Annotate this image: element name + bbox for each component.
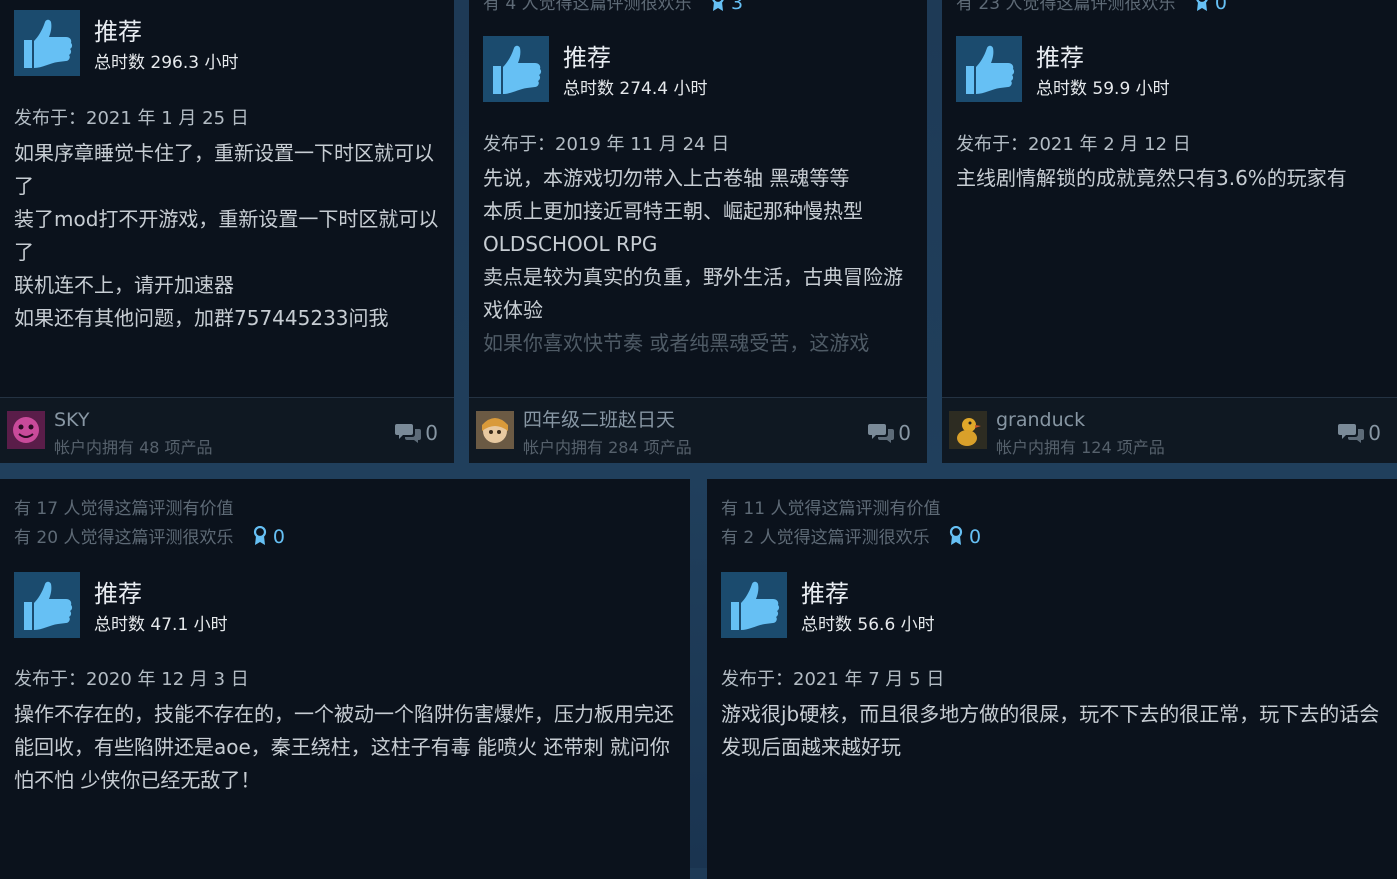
review-line-faded: 如果你喜欢快节奏 或者纯黑魂受苦，这游戏 xyxy=(483,331,870,355)
funny-votes: 有 23 人觉得这篇评测很欢乐 0 xyxy=(956,0,1227,20)
review-author-footer: SKY 帐户内拥有 48 项产品 0 xyxy=(0,397,454,463)
posted-date: 发布于：2019 年 11 月 24 日 xyxy=(483,134,730,155)
avatar[interactable] xyxy=(7,411,45,449)
review-body[interactable]: 如果序章睡觉卡住了，重新设置一下时区就可以了 装了mod打不开游戏，重新设置一下… xyxy=(14,137,442,335)
playtime-hours: 总时数 59.9 小时 xyxy=(1036,79,1170,99)
comment-bubbles-icon xyxy=(868,424,895,443)
award-button[interactable]: 0 xyxy=(1195,0,1227,20)
products-owned: 帐户内拥有 284 项产品 xyxy=(523,438,692,457)
comment-count[interactable]: 0 xyxy=(1338,422,1381,444)
recommended-label: 推荐 xyxy=(801,580,849,608)
thumbs-up-icon xyxy=(14,572,80,638)
posted-date: 发布于：2021 年 1 月 25 日 xyxy=(14,108,249,129)
funny-votes-text: 有 20 人觉得这篇评测很欢乐 xyxy=(14,528,234,548)
posted-date: 发布于：2020 年 12 月 3 日 xyxy=(14,669,249,690)
comment-bubbles-icon xyxy=(1338,424,1365,443)
comment-count-value: 0 xyxy=(898,421,911,445)
review-header[interactable]: 推荐 总时数 274.4 小时 xyxy=(483,36,903,102)
comment-count-value: 0 xyxy=(1368,421,1381,445)
review-line: 本质上更加接近哥特王朝、崛起那种慢热型 xyxy=(483,199,863,223)
recommended-label: 推荐 xyxy=(563,44,611,72)
recommended-label: 推荐 xyxy=(94,18,142,46)
comment-count[interactable]: 0 xyxy=(868,422,911,444)
comment-count[interactable]: 0 xyxy=(395,422,438,444)
funny-votes-text: 有 23 人觉得这篇评测很欢乐 xyxy=(956,0,1176,14)
products-owned: 帐户内拥有 124 项产品 xyxy=(996,438,1165,457)
award-button[interactable]: 0 xyxy=(949,523,981,554)
review-line: 游戏很jb硬核，而且很多地方做的很屎，玩不下去的很正常，玩下去的话会发现后面越来… xyxy=(721,702,1380,759)
comment-bubbles-icon xyxy=(395,424,422,443)
review-line: 先说，本游戏切勿带入上古卷轴 黑魂等等 xyxy=(483,166,850,190)
award-ribbon-icon xyxy=(253,525,267,554)
products-owned: 帐户内拥有 48 项产品 xyxy=(54,438,213,457)
playtime-hours: 总时数 56.6 小时 xyxy=(801,615,935,635)
award-button[interactable]: 3 xyxy=(711,0,743,20)
playtime-hours: 总时数 47.1 小时 xyxy=(94,615,228,635)
review-body[interactable]: 先说，本游戏切勿带入上古卷轴 黑魂等等 本质上更加接近哥特王朝、崛起那种慢热型 … xyxy=(483,162,911,360)
review-line: 联机连不上，请开加速器 xyxy=(14,273,234,297)
review-body[interactable]: 游戏很jb硬核，而且很多地方做的很屎，玩不下去的很正常，玩下去的话会发现后面越来… xyxy=(721,698,1383,764)
review-card: 有 11 人觉得这篇评测有价值 有 2 人觉得这篇评测很欢乐 0 推荐 总时数 … xyxy=(707,479,1397,879)
posted-date: 发布于：2021 年 7 月 5 日 xyxy=(721,669,945,690)
review-header[interactable]: 推荐 总时数 47.1 小时 xyxy=(14,572,434,638)
review-card: 推荐 总时数 296.3 小时 发布于：2021 年 1 月 25 日 如果序章… xyxy=(0,0,454,463)
avatar[interactable] xyxy=(949,411,987,449)
review-line: 如果还有其他问题，加群757445233问我 xyxy=(14,306,389,330)
thumbs-up-icon xyxy=(721,572,787,638)
review-card: 有 23 人觉得这篇评测很欢乐 0 推荐 总时数 59.9 小时 发布于：202… xyxy=(942,0,1397,463)
award-ribbon-icon xyxy=(711,0,725,20)
award-count: 0 xyxy=(969,526,982,548)
review-card: 有 17 人觉得这篇评测有价值 有 20 人觉得这篇评测很欢乐 0 推荐 总时数… xyxy=(0,479,690,879)
playtime-hours: 总时数 296.3 小时 xyxy=(94,53,239,73)
avatar[interactable] xyxy=(476,411,514,449)
funny-votes: 有 20 人觉得这篇评测很欢乐 0 xyxy=(14,523,285,554)
review-header[interactable]: 推荐 总时数 56.6 小时 xyxy=(721,572,1141,638)
author-name[interactable]: granduck xyxy=(996,409,1085,431)
review-line: 主线剧情解锁的成就竟然只有3.6%的玩家有 xyxy=(956,166,1347,190)
review-line: OLDSCHOOL RPG xyxy=(483,232,658,256)
review-card: 有 4 人觉得这篇评测很欢乐 3 推荐 总时数 274.4 小时 发布于：201… xyxy=(469,0,927,463)
award-count: 0 xyxy=(1214,0,1227,14)
thumbs-up-icon xyxy=(483,36,549,102)
comment-count-value: 0 xyxy=(425,421,438,445)
playtime-hours: 总时数 274.4 小时 xyxy=(563,79,708,99)
review-line: 卖点是较为真实的负重，野外生活，古典冒险游戏体验 xyxy=(483,265,903,322)
funny-votes-text: 有 2 人觉得这篇评测很欢乐 xyxy=(721,528,930,548)
review-line: 如果序章睡觉卡住了，重新设置一下时区就可以了 xyxy=(14,141,434,198)
funny-votes: 有 4 人觉得这篇评测很欢乐 3 xyxy=(483,0,743,20)
helpful-votes: 有 11 人觉得这篇评测有价值 xyxy=(721,499,941,519)
review-line: 装了mod打不开游戏，重新设置一下时区就可以了 xyxy=(14,207,439,264)
recommended-label: 推荐 xyxy=(1036,44,1084,72)
review-line: 操作不存在的，技能不存在的，一个被动一个陷阱伤害爆炸，压力板用完还能回收，有些陷… xyxy=(14,702,674,792)
posted-date: 发布于：2021 年 2 月 12 日 xyxy=(956,134,1191,155)
award-ribbon-icon xyxy=(1195,0,1209,20)
funny-votes: 有 2 人觉得这篇评测很欢乐 0 xyxy=(721,523,981,554)
review-header[interactable]: 推荐 总时数 59.9 小时 xyxy=(956,36,1376,102)
funny-votes-text: 有 4 人觉得这篇评测很欢乐 xyxy=(483,0,692,14)
thumbs-up-icon xyxy=(956,36,1022,102)
review-body[interactable]: 主线剧情解锁的成就竟然只有3.6%的玩家有 xyxy=(956,162,1384,195)
helpful-votes: 有 17 人觉得这篇评测有价值 xyxy=(14,499,234,519)
review-author-footer: granduck 帐户内拥有 124 项产品 0 xyxy=(942,397,1397,463)
author-name[interactable]: SKY xyxy=(54,409,89,431)
award-count: 3 xyxy=(731,0,744,14)
author-name[interactable]: 四年级二班赵日天 xyxy=(523,409,675,431)
award-count: 0 xyxy=(272,526,285,548)
award-button[interactable]: 0 xyxy=(253,523,285,554)
review-header[interactable]: 推荐 总时数 296.3 小时 xyxy=(14,10,434,76)
recommended-label: 推荐 xyxy=(94,580,142,608)
award-ribbon-icon xyxy=(949,525,963,554)
review-body[interactable]: 操作不存在的，技能不存在的，一个被动一个陷阱伤害爆炸，压力板用完还能回收，有些陷… xyxy=(14,698,676,797)
review-author-footer: 四年级二班赵日天 帐户内拥有 284 项产品 0 xyxy=(469,397,927,463)
thumbs-up-icon xyxy=(14,10,80,76)
